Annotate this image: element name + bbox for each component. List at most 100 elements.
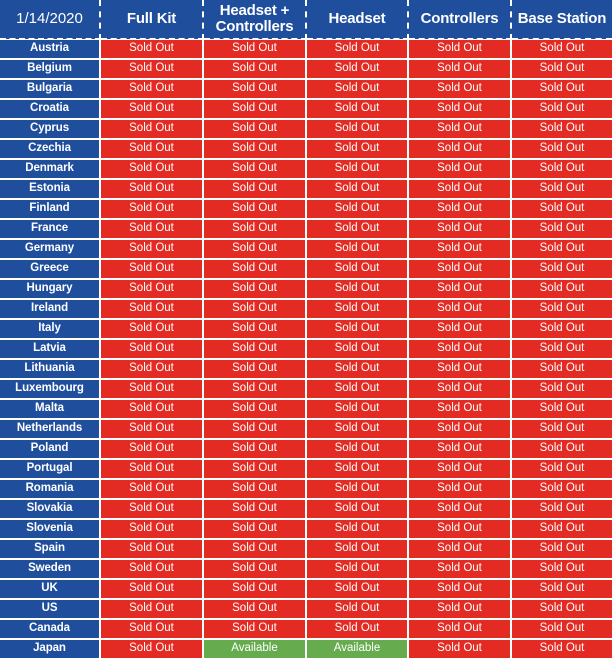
country-cell: Greece bbox=[0, 259, 101, 280]
country-cell: Latvia bbox=[0, 339, 101, 360]
table-row: Cyprus Sold Out Sold Out Sold Out Sold Out So… bbox=[0, 119, 612, 140]
status-cell: Sold Out bbox=[203, 579, 307, 600]
country-cell: Malta bbox=[0, 399, 101, 420]
table-row: Estonia Sold Out Sold Out Sold Out Sold Out S… bbox=[0, 179, 612, 200]
country-cell: Croatia bbox=[0, 99, 101, 120]
country-cell: Netherlands bbox=[0, 419, 101, 440]
table-row: Hungary Sold Out Sold Out Sold Out Sold Out S… bbox=[0, 279, 612, 300]
status-cell: Sold Out bbox=[306, 239, 409, 260]
status-cell: Sold Out bbox=[203, 219, 307, 240]
status-cell: Sold Out bbox=[408, 479, 512, 500]
status-cell: Sold Out bbox=[408, 459, 512, 480]
table-row: Poland Sold Out Sold Out Sold Out Sold Out So… bbox=[0, 439, 612, 460]
status-cell: Sold Out bbox=[511, 179, 612, 200]
status-cell: Sold Out bbox=[408, 399, 512, 420]
status-cell: Sold Out bbox=[203, 279, 307, 300]
country-cell: Portugal bbox=[0, 459, 101, 480]
table-row: Sweden Sold Out Sold Out Sold Out Sold Out So… bbox=[0, 559, 612, 580]
status-cell: Sold Out bbox=[100, 399, 204, 420]
status-cell: Sold Out bbox=[408, 499, 512, 520]
country-cell: Cyprus bbox=[0, 119, 101, 140]
country-cell: Spain bbox=[0, 539, 101, 560]
status-cell: Sold Out bbox=[100, 279, 204, 300]
status-cell: Sold Out bbox=[100, 339, 204, 360]
country-cell: Italy bbox=[0, 319, 101, 340]
table-row: Austria Sold Out Sold Out Sold Out Sold Out S… bbox=[0, 39, 612, 60]
table-row: France Sold Out Sold Out Sold Out Sold Out So… bbox=[0, 219, 612, 240]
header-col-full-kit: Full Kit bbox=[100, 0, 204, 40]
status-cell: Sold Out bbox=[511, 99, 612, 120]
status-cell: Sold Out bbox=[203, 399, 307, 420]
table-body: Austria Sold Out Sold Out Sold Out Sold Out S… bbox=[0, 39, 612, 658]
status-cell: Sold Out bbox=[306, 119, 409, 140]
status-cell: Sold Out bbox=[100, 599, 204, 620]
header-col-controllers: Controllers bbox=[408, 0, 512, 40]
status-cell: Sold Out bbox=[306, 259, 409, 280]
country-cell: Japan bbox=[0, 639, 101, 658]
status-cell: Sold Out bbox=[511, 119, 612, 140]
status-cell: Sold Out bbox=[408, 59, 512, 80]
table-row: Spain Sold Out Sold Out Sold Out Sold Out Sol… bbox=[0, 539, 612, 560]
table-row: Japan Sold Out Available Available Sold Out S… bbox=[0, 639, 612, 658]
status-cell: Sold Out bbox=[511, 579, 612, 600]
status-cell: Sold Out bbox=[306, 139, 409, 160]
country-cell: Finland bbox=[0, 199, 101, 220]
country-cell: Sweden bbox=[0, 559, 101, 580]
status-cell: Sold Out bbox=[511, 259, 612, 280]
status-cell: Sold Out bbox=[306, 339, 409, 360]
status-cell: Sold Out bbox=[511, 239, 612, 260]
status-cell: Sold Out bbox=[408, 439, 512, 460]
status-cell: Sold Out bbox=[203, 179, 307, 200]
status-cell: Sold Out bbox=[203, 599, 307, 620]
status-cell: Sold Out bbox=[203, 159, 307, 180]
status-cell: Sold Out bbox=[203, 519, 307, 540]
status-cell: Sold Out bbox=[203, 139, 307, 160]
status-cell: Sold Out bbox=[306, 39, 409, 60]
status-cell: Sold Out bbox=[100, 159, 204, 180]
status-cell: Sold Out bbox=[100, 639, 204, 658]
status-cell: Sold Out bbox=[203, 319, 307, 340]
status-cell: Sold Out bbox=[511, 419, 612, 440]
status-cell: Sold Out bbox=[306, 459, 409, 480]
status-cell: Sold Out bbox=[100, 559, 204, 580]
status-cell: Sold Out bbox=[100, 479, 204, 500]
country-cell: Estonia bbox=[0, 179, 101, 200]
country-cell: Ireland bbox=[0, 299, 101, 320]
status-cell: Sold Out bbox=[511, 279, 612, 300]
status-cell: Sold Out bbox=[100, 139, 204, 160]
status-cell: Sold Out bbox=[306, 519, 409, 540]
status-cell: Sold Out bbox=[511, 79, 612, 100]
status-cell: Sold Out bbox=[100, 459, 204, 480]
country-cell: Czechia bbox=[0, 139, 101, 160]
status-cell: Sold Out bbox=[511, 299, 612, 320]
status-cell: Sold Out bbox=[306, 359, 409, 380]
table-row: UK Sold Out Sold Out Sold Out Sold Out Sold O… bbox=[0, 579, 612, 600]
status-cell: Sold Out bbox=[203, 239, 307, 260]
table-row: Lithuania Sold Out Sold Out Sold Out Sold Ou… bbox=[0, 359, 612, 380]
status-cell: Sold Out bbox=[306, 299, 409, 320]
status-cell: Sold Out bbox=[408, 379, 512, 400]
status-cell: Sold Out bbox=[511, 199, 612, 220]
country-cell: Hungary bbox=[0, 279, 101, 300]
status-cell: Sold Out bbox=[306, 619, 409, 640]
table-row: Slovenia Sold Out Sold Out Sold Out Sold Out… bbox=[0, 519, 612, 540]
status-cell: Sold Out bbox=[408, 639, 512, 658]
status-cell: Sold Out bbox=[203, 479, 307, 500]
status-cell: Sold Out bbox=[306, 319, 409, 340]
status-cell: Sold Out bbox=[100, 319, 204, 340]
status-cell: Sold Out bbox=[408, 39, 512, 60]
table-row: US Sold Out Sold Out Sold Out Sold Out Sold O… bbox=[0, 599, 612, 620]
country-cell: UK bbox=[0, 579, 101, 600]
status-cell: Available bbox=[306, 639, 409, 658]
status-cell: Sold Out bbox=[203, 299, 307, 320]
status-cell: Sold Out bbox=[100, 179, 204, 200]
country-cell: Bulgaria bbox=[0, 79, 101, 100]
status-cell: Sold Out bbox=[408, 279, 512, 300]
status-cell: Sold Out bbox=[511, 499, 612, 520]
status-cell: Sold Out bbox=[511, 139, 612, 160]
country-cell: Austria bbox=[0, 39, 101, 60]
country-cell: US bbox=[0, 599, 101, 620]
country-cell: Germany bbox=[0, 239, 101, 260]
status-cell: Sold Out bbox=[408, 559, 512, 580]
status-cell: Sold Out bbox=[306, 59, 409, 80]
